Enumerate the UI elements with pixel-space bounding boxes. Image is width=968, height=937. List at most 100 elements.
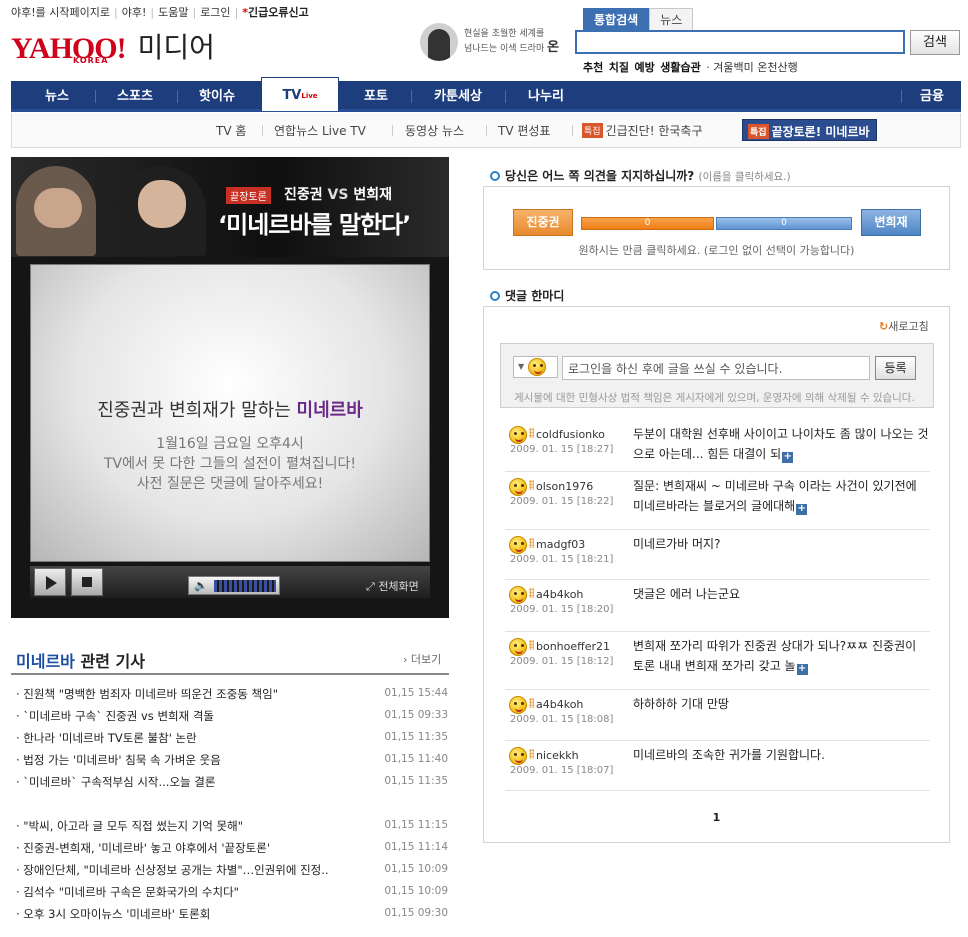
article-title[interactable]: · `미네르바` 구속적부심 시작...오늘 결론 <box>16 774 215 790</box>
related-article-row[interactable]: · `미네르바` 구속적부심 시작...오늘 결론 01,15 11:35 <box>16 774 448 792</box>
comment-user[interactable]: nicekkh <box>536 749 579 762</box>
special-tag: 특집 <box>582 123 603 138</box>
search-button[interactable]: 검색 <box>910 30 960 55</box>
user-badge-icon <box>529 588 534 598</box>
special-football-label: 긴급진단! 한국축구 <box>605 124 703 138</box>
article-time: 01,15 11:35 <box>384 731 448 743</box>
volume-slider[interactable] <box>214 580 276 592</box>
related-article-row[interactable]: · 진원책 "명백한 범죄자 미네르바 띄운건 조중동 책임" 01,15 15:… <box>16 686 448 704</box>
comment-user[interactable]: a4b4koh <box>536 698 583 711</box>
comment-text: 미네르가바 머지? <box>633 537 721 551</box>
nav-nanuri[interactable]: 나누리 <box>515 81 577 112</box>
emoticon-select[interactable]: ▼ <box>513 356 558 378</box>
comment-user[interactable]: coldfusionko <box>536 428 605 441</box>
help-link[interactable]: 도움말 <box>158 6 188 19</box>
poll-option-a-button[interactable]: 진중권 <box>513 209 573 236</box>
logo[interactable]: YAHOO! KOREA 미디어 <box>11 28 215 66</box>
nav-photo[interactable]: 포토 <box>351 81 401 112</box>
nav-news[interactable]: 뉴스 <box>29 81 85 112</box>
tab-integrated-search[interactable]: 통합검색 <box>583 8 650 30</box>
comment-user[interactable]: bonhoeffer21 <box>536 640 610 653</box>
keyword-link[interactable]: 예방 <box>635 61 655 74</box>
article-title[interactable]: · `미네르바 구속` 진중권 vs 변희재 격돌 <box>16 708 214 724</box>
nav-cartoon[interactable]: 카툰세상 <box>421 81 495 112</box>
expand-comment-icon[interactable]: + <box>796 504 808 515</box>
comment-row: coldfusionko 2009. 01. 15 [18:27] 두분이 대학원 … <box>505 420 930 472</box>
video-matchup: 진중권 VS 변희재 <box>284 184 392 204</box>
yahoo-link[interactable]: 야후! <box>122 6 147 19</box>
keyword-link[interactable]: 겨울백미 온천산행 <box>713 61 797 74</box>
subnav-tv-home[interactable]: TV 홈 <box>216 122 246 139</box>
comment-row: bonhoeffer21 2009. 01. 15 [18:12] 변희재 쪼가리 … <box>505 632 930 690</box>
nav-hot-issue[interactable]: 핫이슈 <box>187 81 247 112</box>
bullet-icon <box>490 171 500 181</box>
article-title[interactable]: · 오후 3시 오마이뉴스 '미네르바' 토론회 <box>16 906 210 922</box>
article-time: 01,15 09:33 <box>384 709 448 721</box>
subnav-live-tv[interactable]: 연합뉴스 Live TV <box>274 122 366 139</box>
more-link[interactable]: › 더보기 <box>403 651 441 667</box>
article-time: 01,15 09:30 <box>384 907 448 919</box>
subnav-tv-schedule[interactable]: TV 편성표 <box>498 122 550 139</box>
article-title[interactable]: · 법정 가는 '미네르바' 침묵 속 가벼운 웃음 <box>16 752 221 768</box>
speaker-b-name: 변희재 <box>353 187 392 203</box>
urgent-report-link[interactable]: 긴급오류신고 <box>248 6 309 19</box>
related-article-row[interactable]: · 오후 3시 오마이뉴스 '미네르바' 토론회 01,15 09:30 <box>16 906 448 924</box>
article-title[interactable]: · 한나라 '미네르바 TV토론 불참' 논란 <box>16 730 197 746</box>
subnav-special-minerva[interactable]: 특집 끝장토론! 미네르바 <box>742 119 877 141</box>
nav-sports[interactable]: 스포츠 <box>105 81 165 112</box>
refresh-button[interactable]: ↻새로고침 <box>879 318 929 334</box>
login-link[interactable]: 로그인 <box>200 6 230 19</box>
comment-date: 2009. 01. 15 [18:27] <box>510 444 614 455</box>
related-article-row[interactable]: · `미네르바 구속` 진중권 vs 변희재 격돌 01,15 09:33 <box>16 708 448 726</box>
related-article-row[interactable]: · 진중권-변희재, '미네르바' 놓고 야후에서 '끝장토론' 01,15 11… <box>16 840 448 858</box>
search-input[interactable] <box>575 30 905 54</box>
screen-title-highlight: 미네르바 <box>296 400 363 421</box>
comment-user[interactable]: madgf03 <box>536 538 585 551</box>
stop-button[interactable] <box>71 568 103 596</box>
article-title[interactable]: · 진원책 "명백한 범죄자 미네르바 띄운건 조중동 책임" <box>16 686 278 702</box>
keyword-link[interactable]: 치질 <box>609 61 629 74</box>
article-title[interactable]: · 장애인단체, "미네르바 신상정보 공개는 차별"…인권위에 진정.. <box>16 862 329 878</box>
comment-date: 2009. 01. 15 [18:20] <box>510 604 614 615</box>
fullscreen-button[interactable]: ⤢ 전체화면 <box>366 578 419 594</box>
poll-option-b-button[interactable]: 변희재 <box>861 209 921 236</box>
comment-input[interactable]: 로그인을 하신 후에 글을 쓰실 수 있습니다. <box>562 356 870 380</box>
subnav-special-football[interactable]: 특집 긴급진단! 한국축구 <box>582 122 703 139</box>
comment-user[interactable]: olson1976 <box>536 480 593 493</box>
special-tag: 특집 <box>748 124 769 139</box>
expand-comment-icon[interactable]: + <box>782 452 794 463</box>
comment-row: madgf03 2009. 01. 15 [18:21] 미네르가바 머지? <box>505 530 930 580</box>
speaker-a-face <box>34 188 82 228</box>
comment-user[interactable]: a4b4koh <box>536 588 583 601</box>
banner-ad[interactable]: 현실을 초월한 세계를 넘나드는 이색 드라마 온 <box>420 22 568 62</box>
related-article-row[interactable]: · 김석수 "미네르바 구속은 문화국가의 수치다" 01,15 10:09 <box>16 884 448 902</box>
article-title[interactable]: · 진중권-변희재, '미네르바' 놓고 야후에서 '끝장토론' <box>16 840 270 856</box>
nav-finance[interactable]: 금융 <box>907 81 957 112</box>
article-title[interactable]: · 김석수 "미네르바 구속은 문화국가의 수치다" <box>16 884 239 900</box>
speaker-icon[interactable]: 🔈 <box>194 579 208 592</box>
subnav-video-news[interactable]: 동영상 뉴스 <box>405 122 464 139</box>
smiley-icon <box>509 747 527 765</box>
smiley-icon <box>509 696 527 714</box>
set-start-page-link[interactable]: 야후!를 시작페이지로 <box>11 6 110 19</box>
comments-title: 댓글 한마디 <box>490 287 564 304</box>
comment-text: 미네르바의 조속한 귀가를 기원합니다. <box>633 748 825 762</box>
expand-comment-icon[interactable]: + <box>796 664 808 675</box>
keyword-link[interactable]: 생활습관 <box>660 61 700 74</box>
ad-text: 현실을 초월한 세계를 넘나드는 이색 드라마 온 <box>464 28 559 56</box>
tab-news-search[interactable]: 뉴스 <box>649 8 694 30</box>
related-article-row[interactable]: · 법정 가는 '미네르바' 침묵 속 가벼운 웃음 01,15 11:40 <box>16 752 448 770</box>
article-title[interactable]: · "박씨, 아고라 글 모두 직접 썼는지 기억 못해" <box>16 818 243 834</box>
screen-line: 사전 질문은 댓글에 달아주세요! <box>136 476 324 492</box>
related-article-row[interactable]: · 장애인단체, "미네르바 신상정보 공개는 차별"…인권위에 진정.. 01,… <box>16 862 448 880</box>
play-button[interactable] <box>34 568 66 596</box>
comment-date: 2009. 01. 15 [18:22] <box>510 496 614 507</box>
nav-tv[interactable]: TVLive <box>261 77 339 111</box>
submit-comment-button[interactable]: 등록 <box>875 356 916 380</box>
smiley-icon <box>509 536 527 554</box>
comment-row: nicekkh 2009. 01. 15 [18:07] 미네르바의 조속한 귀가를… <box>505 741 930 791</box>
related-article-row[interactable]: · 한나라 '미네르바 TV토론 불참' 논란 01,15 11:35 <box>16 730 448 748</box>
related-article-row[interactable]: · "박씨, 아고라 글 모두 직접 썼는지 기억 못해" 01,15 11:15 <box>16 818 448 836</box>
pagination-current[interactable]: 1 <box>483 811 950 824</box>
user-badge-icon <box>529 749 534 759</box>
